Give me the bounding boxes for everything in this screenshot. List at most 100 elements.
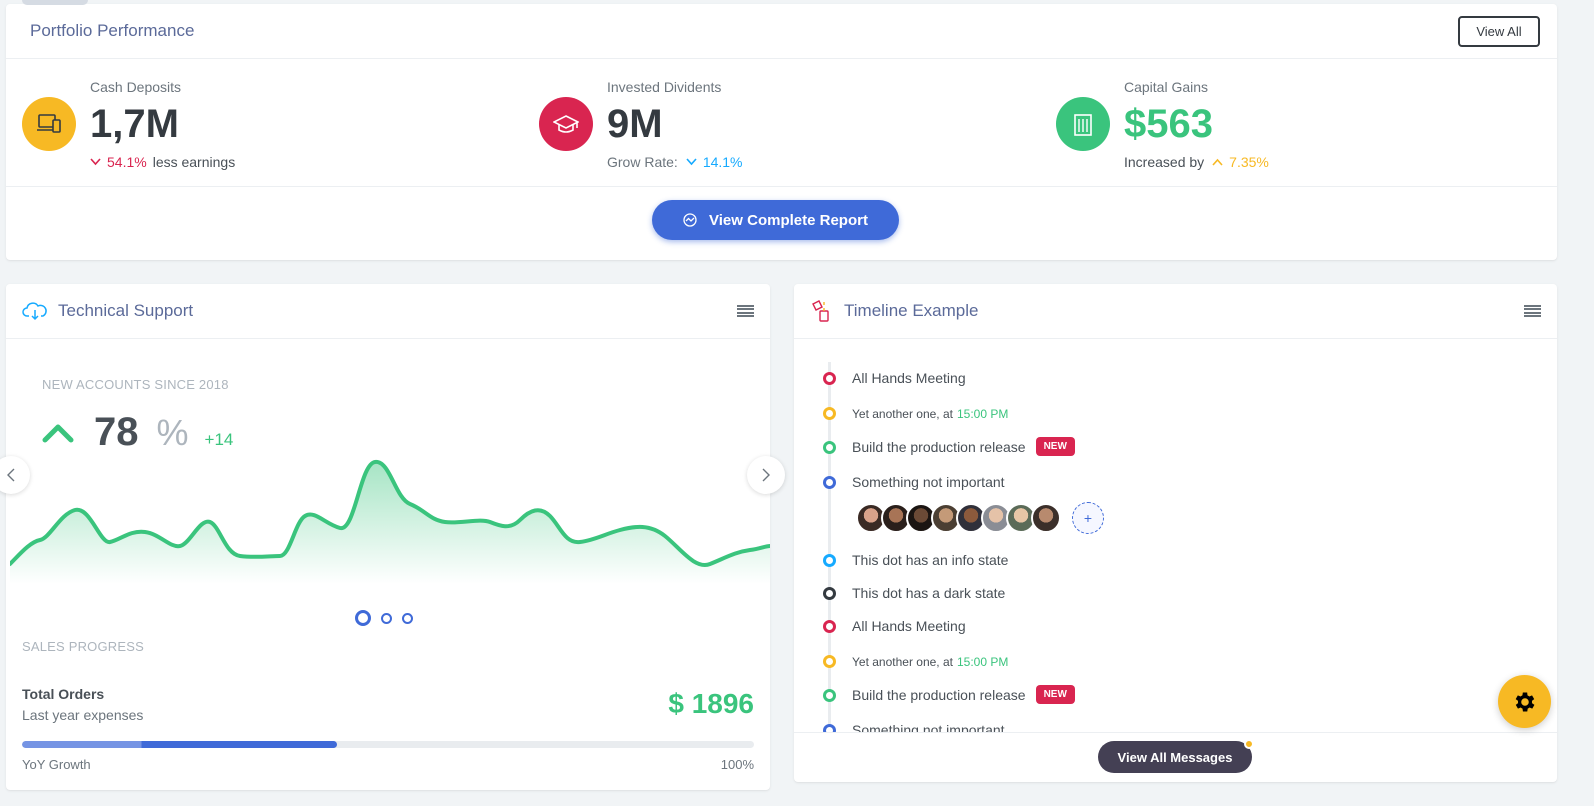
timeline-item-text: Build the production release NEW — [852, 437, 1075, 456]
notification-dot — [1244, 739, 1254, 749]
graduation-cap-icon — [539, 97, 593, 151]
carousel-next-button[interactable] — [747, 456, 785, 494]
carousel-dots — [355, 610, 413, 626]
new-accounts-unit: % — [156, 412, 189, 453]
yoy-growth-pct: 100% — [720, 757, 754, 772]
timeline-dot — [823, 620, 836, 633]
timeline-item: All Hands Meeting — [794, 370, 1557, 400]
progress-bar — [22, 741, 754, 748]
widget-capital-gains: Capital Gains $563 Increased by 7.35% — [1056, 59, 1536, 187]
timeline-item-text: Something not important — [852, 474, 1005, 490]
new-badge: NEW — [1035, 685, 1075, 704]
report-button-label: View Complete Report — [709, 211, 868, 229]
timeline-item: Build the production release NEW — [794, 685, 1557, 717]
widget-description: Increased by 7.35% — [1124, 154, 1275, 170]
timeline-item-label: Yet another one, at — [852, 655, 953, 669]
timeline-item: All Hands Meeting — [794, 618, 1557, 648]
timeline-item-text: Yet another one, at 15:00 PM — [852, 655, 1008, 669]
timeline-item-label: Build the production release — [852, 438, 1026, 455]
view-all-button[interactable]: View All — [1458, 16, 1540, 47]
laptop-icon — [22, 97, 76, 151]
timeline-footer: View All Messages — [794, 732, 1557, 782]
top-tab-indicator — [22, 0, 88, 5]
timeline-header: Timeline Example — [794, 284, 1557, 339]
timeline-dot — [823, 724, 836, 732]
settings-gear-button[interactable] — [1498, 675, 1551, 728]
timeline-list: All Hands Meeting Yet another one, at 15… — [794, 340, 1557, 732]
timeline-item-text: Yet another one, at 15:00 PM — [852, 407, 1008, 421]
timeline-item: This dot has a dark state — [794, 585, 1557, 615]
timeline-dot — [823, 689, 836, 702]
carousel-dot[interactable] — [402, 612, 413, 624]
timeline-dot — [823, 655, 836, 668]
carousel-dot[interactable] — [381, 612, 392, 624]
sparkline-area — [10, 461, 770, 584]
timeline-item: Something not important — [794, 722, 1557, 732]
timeline-card: Timeline Example All Hands Meeting Yet a… — [794, 284, 1557, 782]
total-orders-amount: $ 1896 — [668, 688, 754, 719]
carousel-dot[interactable] — [355, 610, 371, 626]
menu-icon[interactable] — [1524, 305, 1541, 317]
timeline-dot — [823, 554, 836, 567]
widget-cash-deposits: Cash Deposits 1,7M 54.1% less earnings — [22, 59, 502, 187]
widget-value: $563 — [1124, 102, 1213, 146]
new-accounts-value: 78 — [94, 410, 139, 454]
total-orders-title: Total Orders — [22, 686, 105, 702]
timeline-dot — [823, 407, 836, 420]
widget-label: Capital Gains — [1124, 79, 1209, 95]
building-icon — [1056, 97, 1110, 151]
timeline-item-text: Something not important — [852, 722, 1005, 732]
new-badge: NEW — [1035, 437, 1075, 456]
timeline-item-text: This dot has an info state — [852, 552, 1009, 568]
total-orders-subtitle: Last year expenses — [22, 707, 144, 723]
view-all-messages-button[interactable]: View All Messages — [1098, 739, 1254, 773]
cloud-download-icon — [22, 301, 48, 321]
timeline-item: Yet another one, at 15:00 PM — [794, 406, 1557, 436]
portfolio-widgets: Cash Deposits 1,7M 54.1% less earnings I… — [6, 59, 1557, 187]
portfolio-title: Portfolio Performance — [30, 21, 195, 40]
widget-pct: 14.1% — [702, 154, 743, 170]
new-accounts-change: +14 — [204, 430, 234, 449]
chevron-up-icon — [1212, 158, 1223, 166]
view-complete-report-button[interactable]: View Complete Report — [652, 200, 899, 240]
timeline-item-time: 15:00 PM — [956, 407, 1009, 421]
timeline-item-label: Build the production release — [852, 686, 1026, 703]
timeline-item: Something not important — [794, 474, 1557, 504]
timeline-dot — [823, 587, 836, 600]
menu-icon[interactable] — [737, 305, 754, 317]
timeline-item-text: Build the production release NEW — [852, 685, 1075, 704]
widget-desc-text: Increased by — [1124, 154, 1205, 170]
new-accounts-label: NEW ACCOUNTS SINCE 2018 — [42, 377, 229, 392]
avatar[interactable] — [1031, 503, 1061, 533]
support-header: Technical Support — [6, 284, 770, 339]
timeline-dot — [823, 372, 836, 385]
timeline-item-text: All Hands Meeting — [852, 618, 966, 634]
support-title: Technical Support — [58, 301, 194, 320]
arrow-up-icon — [42, 423, 74, 443]
timeline-title: Timeline Example — [844, 301, 979, 320]
widget-invested-dividents: Invested Dividents 9M Grow Rate: 14.1% — [539, 59, 1019, 187]
timeline-item-label: Yet another one, at — [852, 407, 953, 421]
widget-pct: 54.1% — [107, 154, 147, 170]
timeline-item-time: 15:00 PM — [956, 655, 1009, 669]
gear-icon — [1515, 691, 1534, 712]
sparkline-chart — [10, 460, 770, 584]
chevron-right-icon — [762, 468, 770, 482]
timeline-dot — [823, 476, 836, 489]
avatar-group: + — [856, 502, 1104, 534]
widget-value: 1,7M — [90, 102, 179, 146]
widget-desc-text: Grow Rate: — [607, 154, 678, 170]
paint-tube-icon — [810, 299, 834, 323]
chevron-down-icon — [686, 158, 697, 166]
yoy-growth-label: YoY Growth — [22, 757, 91, 772]
chevron-down-icon — [90, 158, 101, 166]
chart-circle-icon — [683, 213, 697, 227]
widget-value: 9M — [607, 102, 663, 146]
chevron-left-icon — [7, 468, 15, 482]
add-avatar-button[interactable]: + — [1072, 502, 1104, 534]
sales-progress-label: SALES PROGRESS — [22, 639, 145, 654]
widget-desc-text: less earnings — [152, 154, 236, 170]
timeline-item-text: All Hands Meeting — [852, 370, 966, 386]
widget-label: Invested Dividents — [607, 79, 722, 95]
technical-support-card: Technical Support NEW ACCOUNTS SINCE 201… — [0, 284, 785, 790]
